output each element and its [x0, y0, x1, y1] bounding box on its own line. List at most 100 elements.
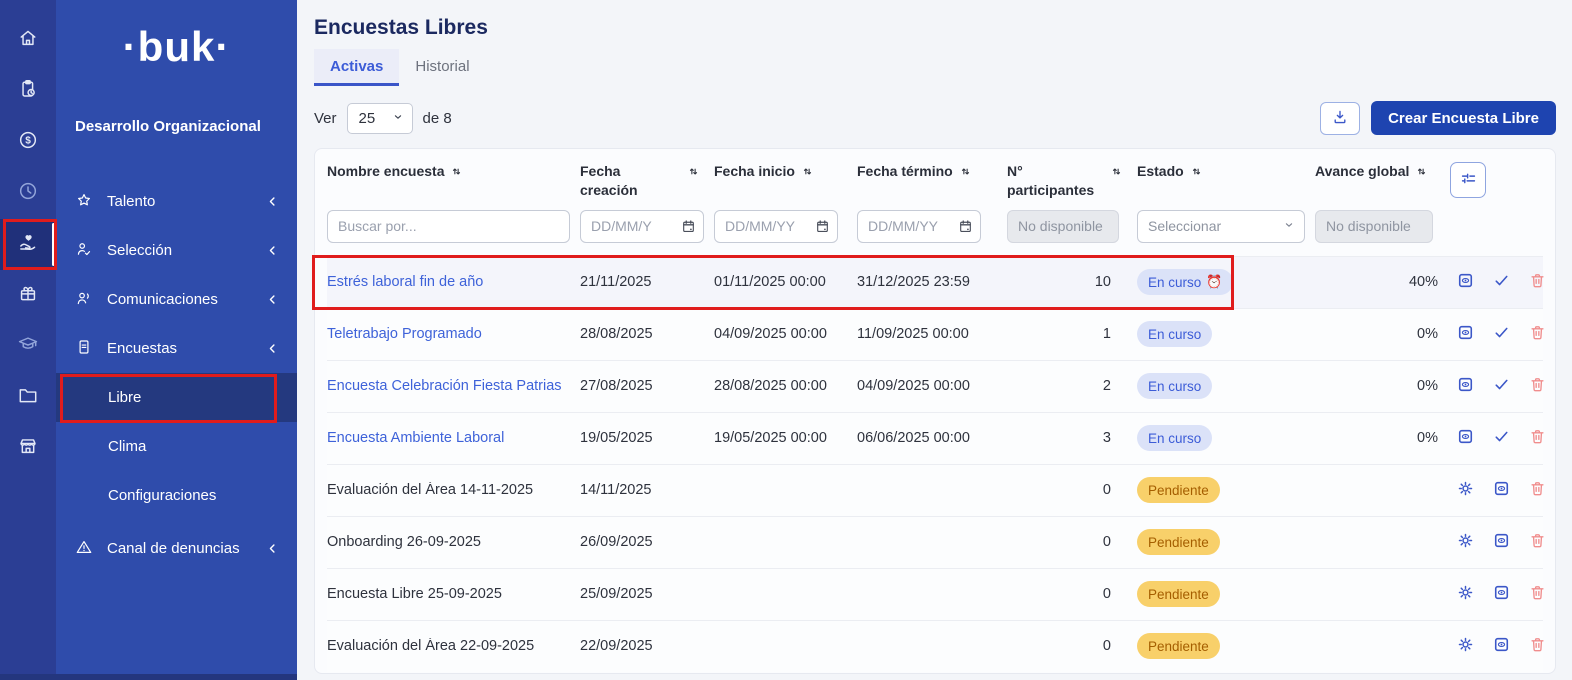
search-input[interactable] — [327, 210, 570, 243]
column-header-nombre-encuesta[interactable]: Nombre encuesta — [327, 162, 580, 183]
eye-box-icon — [1456, 427, 1475, 449]
view-results-button[interactable] — [1492, 479, 1511, 501]
settings-button[interactable] — [1456, 531, 1475, 553]
toolbar-right: Crear Encuesta Libre — [1320, 101, 1556, 135]
sidebar-item-comunicaciones[interactable]: Comunicaciones — [56, 275, 297, 324]
table-body: Estrés laboral fin de año21/11/202501/11… — [327, 256, 1543, 672]
rail-item-gift-icon[interactable] — [0, 270, 56, 321]
download-button[interactable] — [1320, 102, 1360, 135]
table-filter-row: No disponibleSeleccionarNo disponible — [327, 200, 1543, 256]
survey-name-link[interactable]: Encuesta Ambiente Laboral — [327, 430, 580, 446]
column-header-fecha-inicio[interactable]: Fecha inicio — [714, 162, 857, 183]
delete-button[interactable] — [1528, 635, 1547, 657]
eye-box-icon — [1492, 479, 1511, 501]
sidebar-item-canal-denuncias[interactable]: Canal de denuncias — [56, 524, 297, 573]
date-filter-input[interactable] — [580, 210, 704, 243]
estado-cell: En curso — [1137, 373, 1315, 399]
status-label: En curso — [1148, 275, 1201, 290]
delete-button[interactable] — [1528, 583, 1547, 605]
filter-cell-n-participantes: No disponible — [1007, 210, 1137, 243]
check-action-button[interactable] — [1492, 427, 1511, 449]
check-icon — [1492, 271, 1511, 293]
table-header-row: Nombre encuestaFecha creaciónFecha inici… — [327, 149, 1543, 200]
fecha-inicio-cell: 01/11/2025 00:00 — [714, 274, 857, 290]
check-action-button[interactable] — [1492, 323, 1511, 345]
fecha-creacion-cell: 21/11/2025 — [580, 274, 714, 290]
sort-icon[interactable] — [1190, 164, 1203, 183]
column-header-avance-global[interactable]: Avance global — [1315, 162, 1450, 183]
settings-button[interactable] — [1456, 583, 1475, 605]
fecha-creacion-cell: 27/08/2025 — [580, 378, 714, 394]
sidebar-subitem-clima[interactable]: Clima — [56, 422, 297, 471]
delete-button[interactable] — [1528, 531, 1547, 553]
sidebar-item-seleccion[interactable]: Selección — [56, 226, 297, 275]
chevron-left-icon — [266, 195, 279, 208]
delete-button[interactable] — [1528, 323, 1547, 345]
fecha-termino-cell: 11/09/2025 00:00 — [857, 326, 1007, 342]
rail-item-graduation-cap-icon[interactable] — [0, 321, 56, 372]
filter-cell-nombre-encuesta — [327, 210, 580, 243]
sort-icon[interactable] — [1415, 164, 1428, 183]
sidebar-subitem-libre[interactable]: Libre — [56, 373, 297, 422]
sort-icon[interactable] — [687, 164, 700, 183]
column-header-fecha-termino[interactable]: Fecha término — [857, 162, 1007, 183]
date-filter-input[interactable] — [857, 210, 981, 243]
delete-button[interactable] — [1528, 427, 1547, 449]
sort-icon[interactable] — [450, 164, 463, 183]
tab-historial[interactable]: Historial — [399, 49, 485, 86]
page-size-select[interactable]: 25 — [347, 103, 413, 134]
rail-item-storefront-icon[interactable] — [0, 423, 56, 474]
rail-item-folder-icon[interactable] — [0, 372, 56, 423]
view-results-button[interactable] — [1456, 375, 1475, 397]
sliders-icon — [1459, 169, 1478, 191]
rail-item-clock-icon[interactable] — [0, 168, 56, 219]
date-filter-input[interactable] — [714, 210, 838, 243]
view-results-button[interactable] — [1492, 635, 1511, 657]
delete-button[interactable] — [1528, 479, 1547, 501]
rail-item-home-icon[interactable] — [0, 15, 56, 66]
fecha-creacion-cell: 19/05/2025 — [580, 430, 714, 446]
settings-button[interactable] — [1456, 635, 1475, 657]
estado-cell: En curso⏰ — [1137, 269, 1315, 295]
survey-name-link[interactable]: Teletrabajo Programado — [327, 326, 580, 342]
delete-button[interactable] — [1528, 271, 1547, 293]
column-header-estado[interactable]: Estado — [1137, 162, 1315, 183]
tab-bar: Activas Historial — [314, 49, 1556, 86]
column-label: N° participantes — [1007, 162, 1104, 200]
view-results-button[interactable] — [1456, 427, 1475, 449]
sidebar-subitem-configuraciones[interactable]: Configuraciones — [56, 471, 297, 520]
survey-name: Evaluación del Área 14-11-2025 — [327, 482, 580, 498]
row-actions — [1450, 479, 1543, 501]
estado-filter-select[interactable]: Seleccionar — [1137, 210, 1305, 243]
survey-name: Encuesta Libre 25-09-2025 — [327, 586, 580, 602]
status-badge: Pendiente — [1137, 581, 1220, 607]
survey-name-link[interactable]: Encuesta Celebración Fiesta Patrias — [327, 378, 580, 394]
column-header-fecha-creacion[interactable]: Fecha creación — [580, 162, 714, 200]
tab-activas[interactable]: Activas — [314, 49, 399, 86]
clock-icon — [17, 180, 39, 207]
check-action-button[interactable] — [1492, 271, 1511, 293]
status-label: En curso — [1148, 431, 1201, 446]
sidebar-item-encuestas[interactable]: Encuestas — [56, 324, 297, 373]
column-settings-button[interactable] — [1450, 162, 1486, 198]
sort-icon[interactable] — [801, 164, 814, 183]
create-survey-button[interactable]: Crear Encuesta Libre — [1371, 101, 1556, 135]
column-header-n-participantes[interactable]: N° participantes — [1007, 162, 1137, 200]
view-results-button[interactable] — [1492, 583, 1511, 605]
sort-icon[interactable] — [959, 164, 972, 183]
eye-box-icon — [1456, 375, 1475, 397]
view-results-button[interactable] — [1492, 531, 1511, 553]
sort-icon[interactable] — [1110, 164, 1123, 183]
chevron-left-icon — [266, 542, 279, 555]
check-action-button[interactable] — [1492, 375, 1511, 397]
rail-item-hand-heart-icon[interactable] — [0, 219, 56, 270]
estado-cell: Pendiente — [1137, 581, 1315, 607]
sidebar-item-talento[interactable]: Talento — [56, 177, 297, 226]
view-results-button[interactable] — [1456, 323, 1475, 345]
survey-name-link[interactable]: Estrés laboral fin de año — [327, 274, 580, 290]
rail-item-clipboard-clock-icon[interactable] — [0, 66, 56, 117]
rail-item-currency-dollar-icon[interactable]: $ — [0, 117, 56, 168]
settings-button[interactable] — [1456, 479, 1475, 501]
view-results-button[interactable] — [1456, 271, 1475, 293]
delete-button[interactable] — [1528, 375, 1547, 397]
